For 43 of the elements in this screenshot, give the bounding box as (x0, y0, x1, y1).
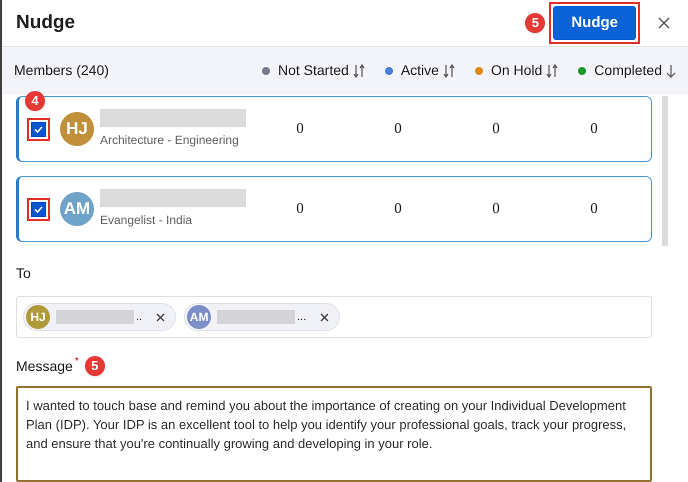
check-icon (34, 126, 43, 132)
step-badge: 5 (84, 356, 105, 376)
status-count: 0 (491, 200, 501, 219)
nudge-button[interactable]: Nudge (553, 6, 636, 40)
remove-icon[interactable] (320, 312, 330, 322)
to-label: To (16, 265, 31, 281)
close-icon[interactable] (658, 17, 670, 30)
sort-icon[interactable] (546, 64, 558, 78)
recipients-field[interactable]: HJ .. AM ... (16, 296, 652, 338)
status-count: 0 (295, 200, 305, 219)
message-label: Message (16, 356, 73, 376)
status-count: 0 (393, 200, 403, 219)
remove-icon[interactable] (156, 312, 166, 322)
status-column-header: Completed (594, 61, 662, 80)
status-column-header: Active (400, 61, 439, 80)
status-column-header: On Hold (490, 61, 542, 80)
ellipsis-text: .. (136, 310, 142, 325)
status-count: 0 (589, 200, 599, 219)
ellipsis-text: ... (297, 310, 306, 325)
status-count: 0 (295, 120, 305, 139)
member-role: Evangelist - India (100, 212, 194, 229)
required-mark: * (74, 355, 79, 369)
dialog-title: Nudge (16, 10, 76, 35)
check-icon (34, 206, 43, 212)
member-role: Architecture - Engineering (100, 132, 240, 149)
avatar: HJ (60, 112, 94, 146)
status-count: 0 (491, 120, 501, 139)
sort-icon[interactable] (442, 64, 455, 78)
checkbox[interactable] (31, 202, 46, 216)
avatar: AM (187, 305, 212, 329)
message-text: I wanted to touch base and remind you about the importance of creating on your Individual Development Plan (IDP). Your IDP is an excellent tool to help you identify your professional goals, track your progress, and ensure that you're continually growing and developing in your role. (26, 397, 628, 453)
status-count: 0 (393, 120, 403, 139)
avatar: AM (60, 192, 94, 226)
status-count: 0 (589, 120, 599, 139)
sort-down-icon[interactable] (666, 64, 676, 78)
step-badge: 5 (525, 13, 546, 34)
sort-icon[interactable] (352, 64, 365, 78)
status-column-header: Not Started (278, 61, 349, 80)
avatar: HJ (26, 305, 50, 329)
scrollbar[interactable] (662, 96, 668, 246)
message-field[interactable] (16, 386, 652, 482)
members-count: Members (240) (14, 61, 109, 80)
checkbox[interactable] (31, 122, 46, 136)
